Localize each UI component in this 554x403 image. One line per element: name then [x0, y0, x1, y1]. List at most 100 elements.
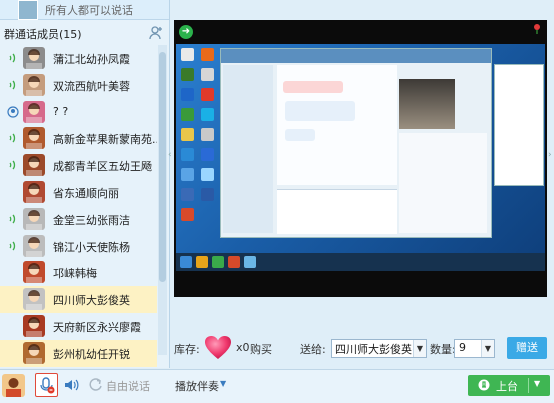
remote-contact-list	[223, 65, 273, 233]
desktop-icon	[201, 108, 214, 121]
blank-icon	[7, 347, 19, 359]
desktop-icon	[181, 128, 194, 141]
member-row[interactable]: 四川师大彭俊英	[0, 286, 157, 313]
microphone-icon	[40, 377, 55, 394]
recipient-select[interactable]: 四川师大彭俊英( ▼	[331, 339, 427, 358]
user-location-icon	[7, 105, 19, 118]
blank-icon	[7, 320, 19, 332]
desktop-icon	[181, 188, 194, 201]
desktop-icon	[181, 48, 194, 61]
inventory-count: x0	[236, 341, 250, 354]
send-to-label: 送给:	[300, 343, 326, 356]
avatar[interactable]	[23, 180, 45, 203]
member-panel: 所有人都可以说话 群通话成员(15) 蒲江北幼孙凤霞双流西航叶美蓉 ? ? 高新金苹…	[0, 0, 170, 368]
member-row[interactable]: ? ?	[0, 99, 157, 126]
remote-message-bubble	[285, 101, 355, 121]
members-header: 群通话成员(15)	[0, 24, 169, 42]
desktop-icon	[201, 188, 214, 201]
voice-wave-icon	[9, 160, 16, 170]
desktop-icon	[181, 88, 194, 101]
group-avatar	[18, 0, 38, 20]
desktop-icon	[201, 68, 214, 81]
video-stage: ➜	[174, 20, 547, 297]
avatar[interactable]	[23, 261, 45, 284]
member-row[interactable]: 金堂三幼张雨洁	[0, 206, 157, 233]
member-row[interactable]: 邛崃韩梅	[0, 259, 157, 286]
collapse-right-icon[interactable]: ›	[548, 150, 552, 160]
member-name: 天府新区永兴廖霞	[53, 320, 141, 334]
chevron-down-icon[interactable]: ▼	[534, 379, 540, 388]
go-onstage-label: 上台	[496, 380, 518, 393]
blank-icon	[7, 293, 19, 305]
taskbar-icon	[244, 256, 256, 268]
remote-side-panel	[399, 133, 487, 233]
collapse-left-icon[interactable]: ‹	[168, 150, 172, 160]
avatar[interactable]	[23, 100, 45, 123]
speak-mode-bar: 所有人都可以说话	[0, 0, 169, 20]
taskbar-icon	[212, 256, 224, 268]
desktop-icon	[181, 148, 194, 161]
member-list: 蒲江北幼孙凤霞双流西航叶美蓉 ? ? 高新金苹果新蒙南苑... 成都青羊区五幼王飏 省东…	[0, 45, 157, 368]
give-gift-button[interactable]: 赠送	[507, 337, 547, 359]
add-member-icon[interactable]	[148, 25, 164, 41]
member-row[interactable]: 彭州机幼任开锐	[0, 339, 157, 367]
quantity-label: 数量:	[430, 343, 456, 356]
member-name: 双流西航叶美蓉	[53, 79, 130, 93]
member-row[interactable]: 成都青羊区五幼王飏	[0, 152, 157, 179]
flower-icon[interactable]	[531, 22, 543, 34]
taskbar-icon	[180, 256, 192, 268]
member-row[interactable]: 双流西航叶美蓉	[0, 72, 157, 99]
avatar[interactable]	[23, 314, 45, 337]
quantity-select[interactable]: 9 ▼	[454, 339, 495, 358]
desktop-icon	[181, 108, 194, 121]
member-list-scroll-thumb[interactable]	[159, 52, 166, 282]
remote-message-bubble	[285, 129, 315, 141]
chevron-down-icon[interactable]: ▼	[481, 340, 494, 357]
avatar[interactable]	[23, 207, 45, 230]
avatar[interactable]	[23, 234, 45, 257]
avatar[interactable]	[23, 127, 45, 150]
member-name: 邛崃韩梅	[53, 267, 97, 281]
member-row[interactable]: 锦江小天使陈杨	[0, 233, 157, 260]
free-talk-icon[interactable]	[88, 377, 103, 392]
gift-row: 库存: x0 购买 送给: 四川师大彭俊英( ▼ 数量: 9 ▼ 赠送	[174, 335, 547, 363]
avatar[interactable]	[23, 47, 45, 69]
avatar[interactable]	[2, 374, 25, 397]
avatar[interactable]	[23, 73, 45, 96]
desktop-icon	[201, 88, 214, 101]
chevron-down-icon[interactable]: ▼	[413, 340, 426, 357]
speaker-icon[interactable]	[63, 377, 79, 393]
go-onstage-button[interactable]: 上台 ▼	[468, 375, 550, 396]
free-talk-label[interactable]: 自由说话	[106, 378, 150, 394]
blank-icon	[7, 266, 19, 278]
member-name: 锦江小天使陈杨	[53, 240, 130, 254]
desktop-icon	[181, 168, 194, 181]
avatar[interactable]	[23, 288, 45, 311]
members-count-label: 群通话成员(15)	[4, 28, 82, 41]
buy-link[interactable]: 购买	[250, 341, 272, 357]
remote-window-titlebar	[221, 49, 491, 63]
member-name: 金堂三幼张雨洁	[53, 213, 130, 227]
heart-gift-icon[interactable]	[204, 335, 232, 361]
desktop-icon	[201, 48, 214, 61]
chevron-down-icon[interactable]: ▼	[220, 379, 226, 388]
bottom-toolbar: 自由说话 播放伴奏 ▼ 上台 ▼	[0, 369, 554, 403]
avatar[interactable]	[23, 341, 45, 364]
desktop-icon	[201, 168, 214, 181]
member-row[interactable]: 蒲江北幼孙凤霞	[0, 45, 157, 72]
member-row[interactable]: 省东通顺向丽	[0, 179, 157, 206]
avatar[interactable]	[23, 154, 45, 177]
member-name: 彭州机幼任开锐	[53, 347, 130, 361]
button-divider	[528, 378, 529, 393]
enter-arrow-icon[interactable]: ➜	[179, 25, 193, 39]
voice-wave-icon	[9, 214, 16, 224]
microphone-button[interactable]	[35, 373, 58, 397]
member-row[interactable]: 高新金苹果新蒙南苑...	[0, 125, 157, 152]
mic-onstage-icon	[478, 379, 490, 391]
play-accompaniment-button[interactable]: 播放伴奏	[175, 378, 219, 394]
recipient-value: 四川师大彭俊英(	[335, 343, 417, 356]
taskbar-icon	[228, 256, 240, 268]
remote-chat-window	[220, 48, 492, 238]
remote-video-preview	[399, 79, 455, 129]
member-row[interactable]: 天府新区永兴廖霞	[0, 313, 157, 340]
